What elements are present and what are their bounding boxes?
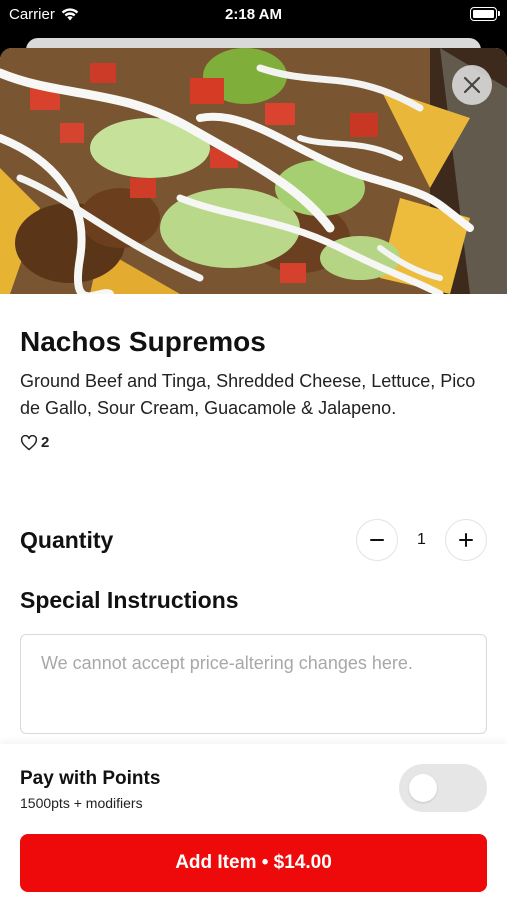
pay-with-points-label: Pay with Points — [20, 768, 161, 789]
quantity-value: 1 — [417, 531, 426, 548]
item-detail-sheet: Nachos Supremos Ground Beef and Tinga, S… — [0, 48, 507, 900]
status-time: 2:18 AM — [225, 6, 282, 23]
like-count[interactable]: 2 — [20, 434, 487, 451]
special-instructions-input[interactable] — [41, 651, 466, 711]
nachos-photo — [0, 48, 507, 294]
quantity-label: Quantity — [20, 526, 114, 553]
special-instructions-field[interactable] — [20, 634, 487, 734]
plus-icon — [459, 533, 473, 547]
item-description: Ground Beef and Tinga, Shredded Cheese, … — [20, 371, 476, 418]
heart-icon[interactable] — [20, 434, 38, 451]
increment-button[interactable] — [445, 519, 487, 561]
status-bar: Carrier 2:18 AM — [0, 0, 507, 30]
decrement-button[interactable] — [356, 519, 398, 561]
footer-bar: Pay with Points 1500pts + modifiers Add … — [0, 744, 507, 900]
pay-with-points-toggle[interactable] — [399, 764, 487, 812]
toggle-knob — [409, 774, 437, 802]
points-cost-label: 1500pts + modifiers — [20, 795, 143, 811]
close-icon — [463, 76, 481, 94]
like-count-value: 2 — [41, 434, 50, 451]
minus-icon — [370, 539, 384, 541]
item-title: Nachos Supremos — [20, 326, 266, 357]
add-item-button[interactable]: Add Item • $14.00 — [20, 834, 487, 892]
special-instructions-label: Special Instructions — [20, 587, 239, 613]
quantity-stepper: 1 — [356, 519, 487, 561]
close-button[interactable] — [452, 65, 492, 105]
battery-icon — [470, 7, 500, 21]
item-content: Nachos Supremos Ground Beef and Tinga, S… — [0, 326, 507, 734]
quantity-row: Quantity 1 — [20, 519, 487, 561]
item-image — [0, 48, 507, 294]
